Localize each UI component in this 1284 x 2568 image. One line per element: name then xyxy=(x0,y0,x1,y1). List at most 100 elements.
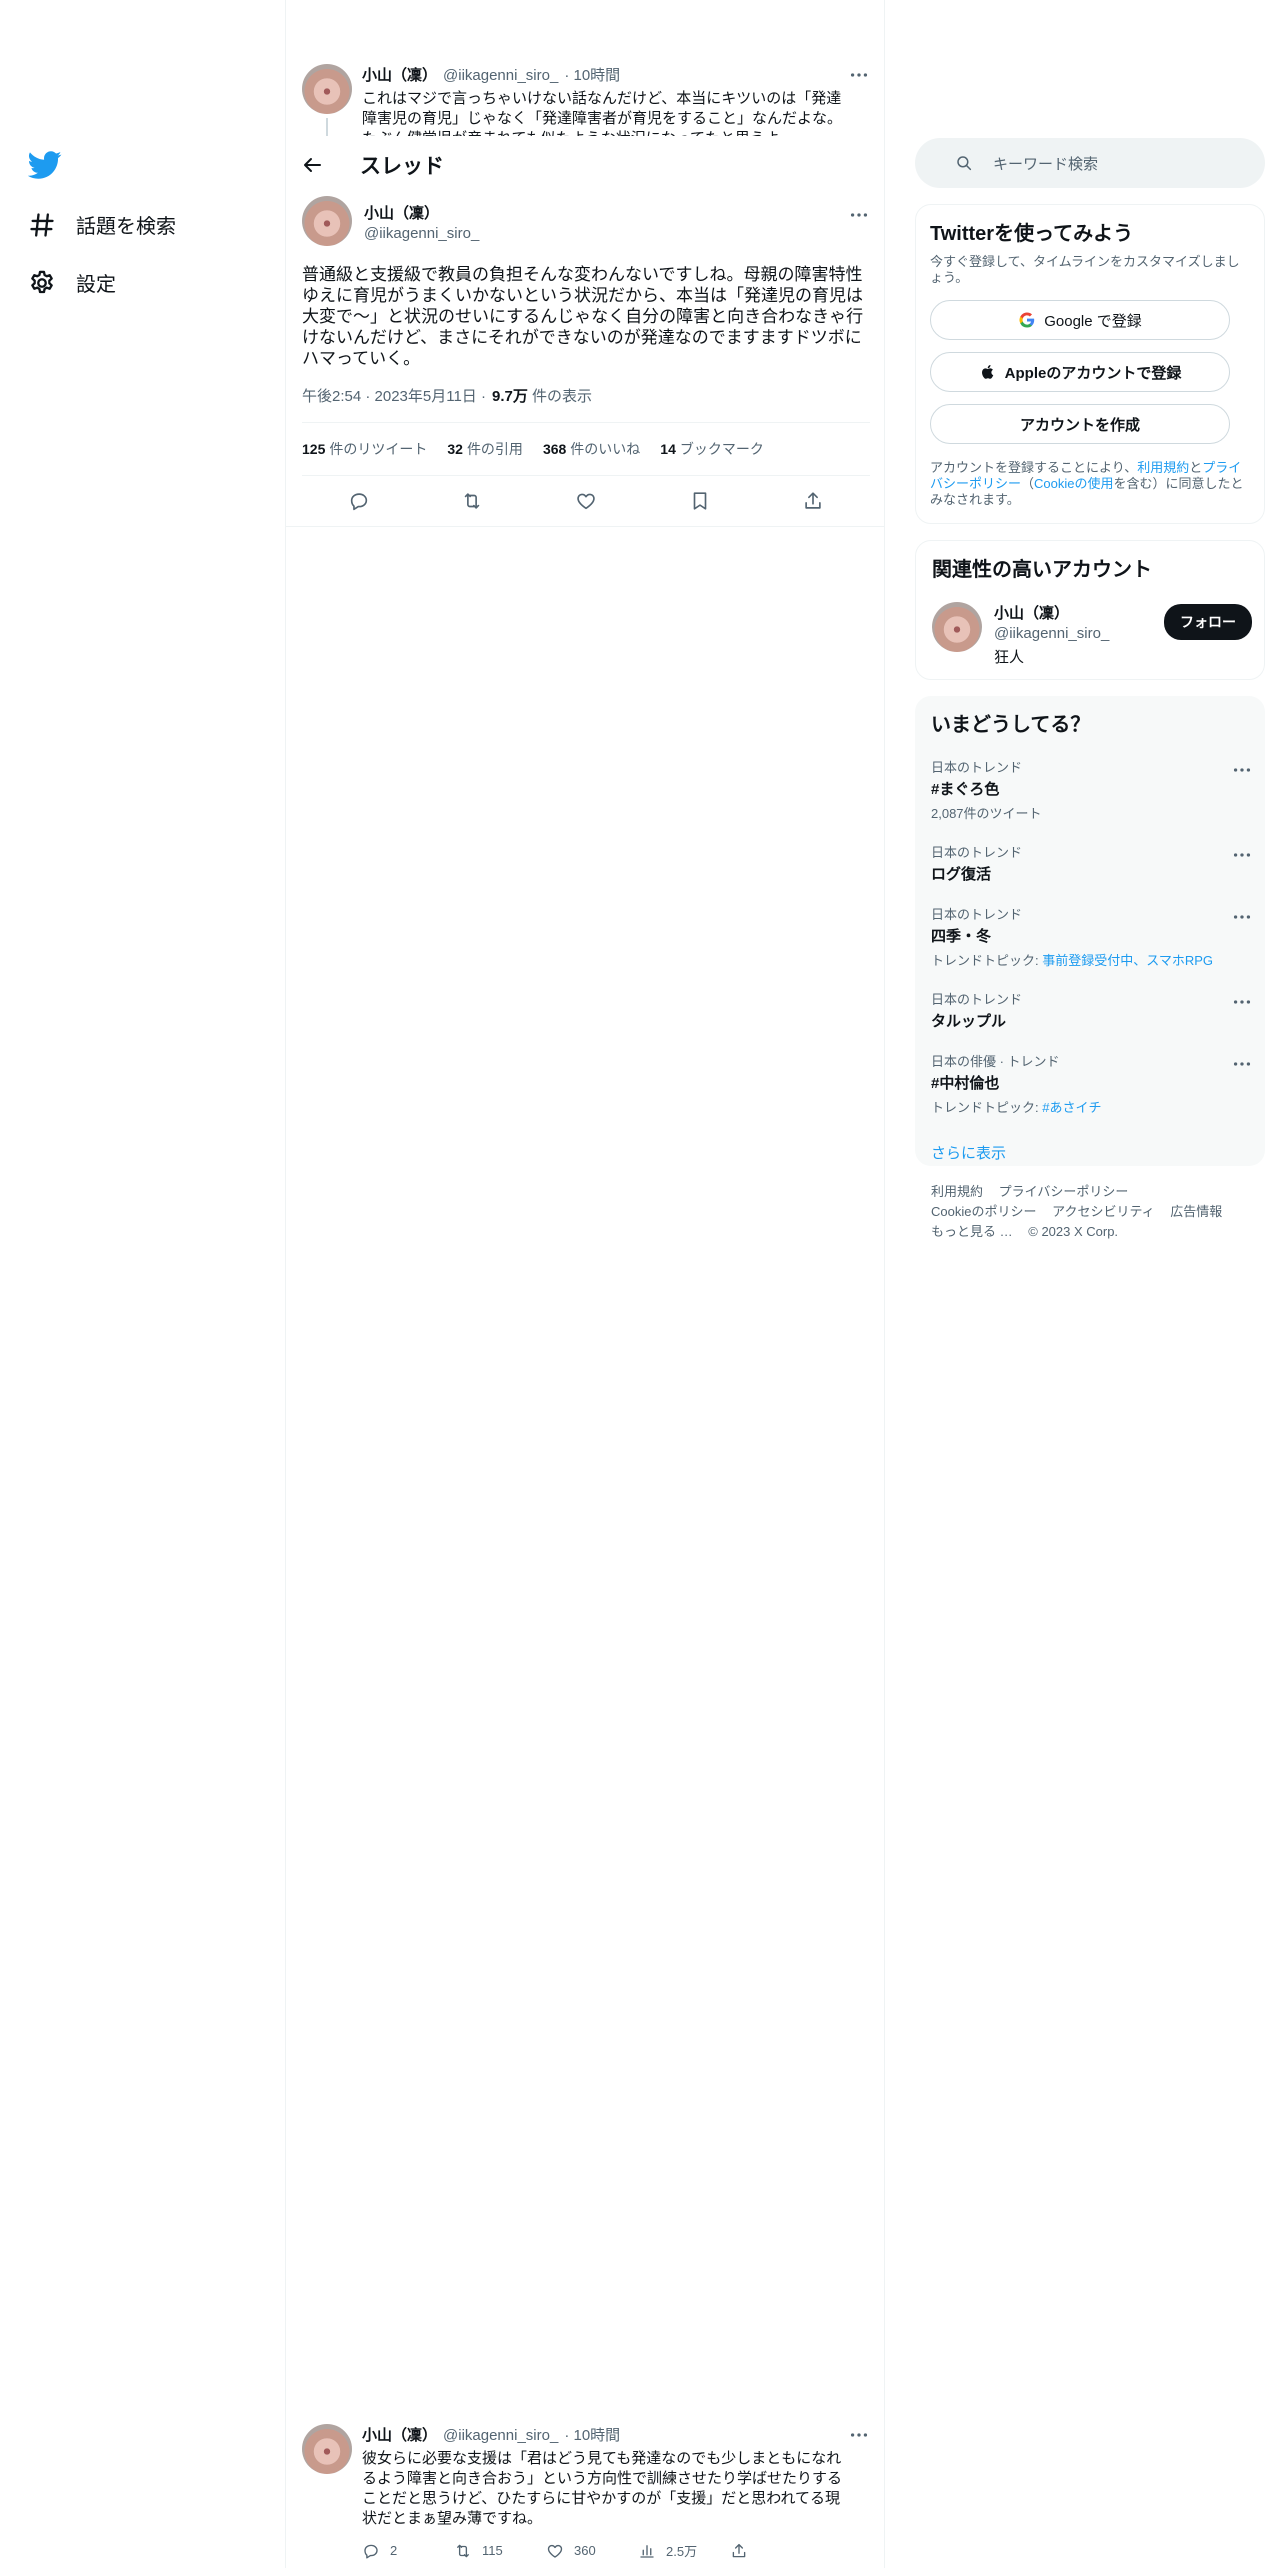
retweet-action[interactable]: 115 xyxy=(454,2541,546,2560)
trend-item[interactable]: 日本のトレンド 四季・冬 トレンドトピック: 事前登録受付中、スマホRPG xyxy=(931,904,1251,969)
more-icon[interactable] xyxy=(848,2424,870,2446)
author-handle[interactable]: @iikagenni_siro_ xyxy=(443,67,558,84)
thread-connector xyxy=(326,118,328,136)
analytics-icon xyxy=(638,2542,656,2560)
share-icon xyxy=(730,2542,748,2560)
more-icon[interactable] xyxy=(1231,1053,1253,1075)
apple-signup-button[interactable]: Appleのアカウントで登録 xyxy=(930,352,1230,392)
view-count: 2.5万 xyxy=(666,2544,698,2559)
trend-title: 四季・冬 xyxy=(931,928,992,945)
thread-header: スレッド xyxy=(286,140,884,190)
retweet-icon[interactable] xyxy=(461,490,483,512)
bookmark-icon[interactable] xyxy=(689,490,711,512)
trend-item[interactable]: 日本のトレンド ログ復活 xyxy=(931,842,1251,884)
cookie-link[interactable]: Cookieの使用 xyxy=(1034,476,1113,491)
create-account-button[interactable]: アカウントを作成 xyxy=(930,404,1230,444)
more-icon[interactable] xyxy=(1231,991,1253,1013)
more-icon[interactable] xyxy=(848,64,870,86)
tweet-time[interactable]: · 10時間 xyxy=(564,64,620,85)
avatar[interactable] xyxy=(302,64,352,114)
more-icon[interactable] xyxy=(848,204,870,226)
reply-icon xyxy=(362,2542,380,2560)
footer-cookie-link[interactable]: Cookieのポリシー xyxy=(931,1204,1036,1219)
nav-explore-label: 話題を検索 xyxy=(76,216,176,238)
page-title: スレッド xyxy=(360,155,444,178)
retweet-icon xyxy=(454,2542,472,2560)
avatar[interactable] xyxy=(932,602,982,652)
hashtag-icon xyxy=(28,211,56,239)
create-account-label: アカウントを作成 xyxy=(1019,416,1140,434)
trend-context: 日本のトレンド xyxy=(931,760,1023,775)
avatar[interactable] xyxy=(302,2424,352,2474)
retweet-count: 115 xyxy=(482,2543,503,2558)
like-icon xyxy=(546,2542,564,2560)
apple-icon xyxy=(979,363,997,381)
twitter-bird-icon[interactable] xyxy=(28,148,62,182)
tweet-timestamp[interactable]: 午後2:54 · 2023年5月11日 · xyxy=(302,385,486,406)
follow-button[interactable]: フォロー xyxy=(1164,604,1252,640)
trend-item[interactable]: 日本のトレンド タルップル xyxy=(931,989,1251,1031)
tweet-time[interactable]: · 10時間 xyxy=(564,2424,620,2445)
nav-explore[interactable]: 話題を検索 xyxy=(28,210,176,239)
more-icon[interactable] xyxy=(1231,759,1253,781)
trend-title: ログ復活 xyxy=(931,866,992,883)
footer-more-link[interactable]: もっと見る … xyxy=(931,1224,1013,1239)
google-signup-button[interactable]: Google で登録 xyxy=(930,300,1230,340)
like-icon[interactable] xyxy=(575,490,597,512)
trend-topics: トレンドトピック: #あさイチ xyxy=(931,1100,1102,1115)
terms-link[interactable]: 利用規約 xyxy=(1137,460,1189,475)
google-signup-label: Google で登録 xyxy=(1044,312,1142,330)
account-bio: 狂人 xyxy=(994,649,1025,666)
trends-card: いまどうしてる？ 日本のトレンド #まぐろ色 2,087件のツイート 日本のトレ… xyxy=(915,696,1265,1166)
trend-topics: トレンドトピック: 事前登録受付中、スマホRPG xyxy=(931,953,1214,968)
author-name[interactable]: 小山（凜） xyxy=(362,64,437,85)
more-icon[interactable] xyxy=(1231,906,1253,928)
tweet-meta: 午後2:54 · 2023年5月11日 · 9.7万 件の表示 xyxy=(302,385,870,406)
gear-icon xyxy=(28,269,56,297)
signup-title: Twitterを使ってみよう xyxy=(930,223,1134,245)
share-action[interactable] xyxy=(730,2541,822,2560)
apple-signup-label: Appleのアカウントで登録 xyxy=(1004,364,1182,382)
trend-item[interactable]: 日本の俳優 · トレンド #中村倫也 トレンドトピック: #あさイチ xyxy=(931,1051,1251,1116)
trend-topic-link[interactable]: #あさイチ xyxy=(1042,1100,1101,1115)
views-action[interactable]: 2.5万 xyxy=(638,2541,730,2560)
footer-terms-link[interactable]: 利用規約 xyxy=(931,1184,983,1199)
reply-action[interactable]: 2 xyxy=(362,2541,454,2560)
parent-tweet[interactable]: 小山（凜） @iikagenni_siro_ · 10時間 これはマジで言っちゃ… xyxy=(302,64,870,136)
more-icon[interactable] xyxy=(1231,844,1253,866)
share-icon[interactable] xyxy=(802,490,824,512)
retweet-stat[interactable]: 125 件のリツイート xyxy=(302,439,427,459)
quote-stat[interactable]: 32 件の引用 xyxy=(447,439,523,459)
related-account-row[interactable]: 小山（凜） @iikagenni_siro_ 狂人 フォロー xyxy=(932,602,1252,667)
avatar[interactable] xyxy=(302,196,352,246)
back-arrow-icon[interactable] xyxy=(300,153,324,177)
tweet-actions xyxy=(302,476,870,526)
like-stat[interactable]: 368 件のいいね xyxy=(543,439,640,459)
nav-settings[interactable]: 設定 xyxy=(28,268,116,297)
footer-privacy-link[interactable]: プライバシーポリシー xyxy=(999,1184,1129,1199)
signup-card: Twitterを使ってみよう 今すぐ登録して、タイムラインをカスタマイズしましょ… xyxy=(915,204,1265,524)
trend-count: 2,087件のツイート xyxy=(931,806,1042,821)
footer-ads-link[interactable]: 広告情報 xyxy=(1170,1204,1222,1219)
trend-item[interactable]: 日本のトレンド #まぐろ色 2,087件のツイート xyxy=(931,757,1251,822)
show-more-link[interactable]: さらに表示 xyxy=(931,1142,1249,1163)
bookmark-stat[interactable]: 14 ブックマーク xyxy=(660,439,764,459)
author-handle[interactable]: @iikagenni_siro_ xyxy=(443,2427,558,2444)
view-label: 件の表示 xyxy=(532,388,593,405)
footer: 利用規約 プライバシーポリシー Cookieのポリシー アクセシビリティ 広告情… xyxy=(931,1182,1251,1242)
author-name[interactable]: 小山（凜） xyxy=(364,202,479,223)
reply-icon[interactable] xyxy=(348,490,370,512)
account-handle[interactable]: @iikagenni_siro_ xyxy=(994,625,1109,642)
search-input[interactable]: キーワード検索 xyxy=(915,138,1265,188)
trend-title: #まぐろ色 xyxy=(931,781,1000,798)
like-action[interactable]: 360 xyxy=(546,2541,638,2560)
account-name[interactable]: 小山（凜） xyxy=(994,602,1109,623)
signup-subtitle: 今すぐ登録して、タイムラインをカスタマイズしましょう。 xyxy=(930,254,1240,285)
nav-settings-label: 設定 xyxy=(76,274,116,296)
reply-tweet[interactable]: 小山（凜） @iikagenni_siro_ · 10時間 彼女らに必要な支援は… xyxy=(302,2420,870,2568)
author-name[interactable]: 小山（凜） xyxy=(362,2424,437,2445)
trend-topic-link[interactable]: 事前登録受付中、スマホRPG xyxy=(1042,953,1213,968)
author-handle[interactable]: @iikagenni_siro_ xyxy=(364,225,479,242)
tweet-text: 普通級と支援級で教員の負担そんな変わんないですしね。母親の障害特性ゆえに育児がう… xyxy=(302,265,864,368)
footer-accessibility-link[interactable]: アクセシビリティ xyxy=(1052,1204,1155,1219)
